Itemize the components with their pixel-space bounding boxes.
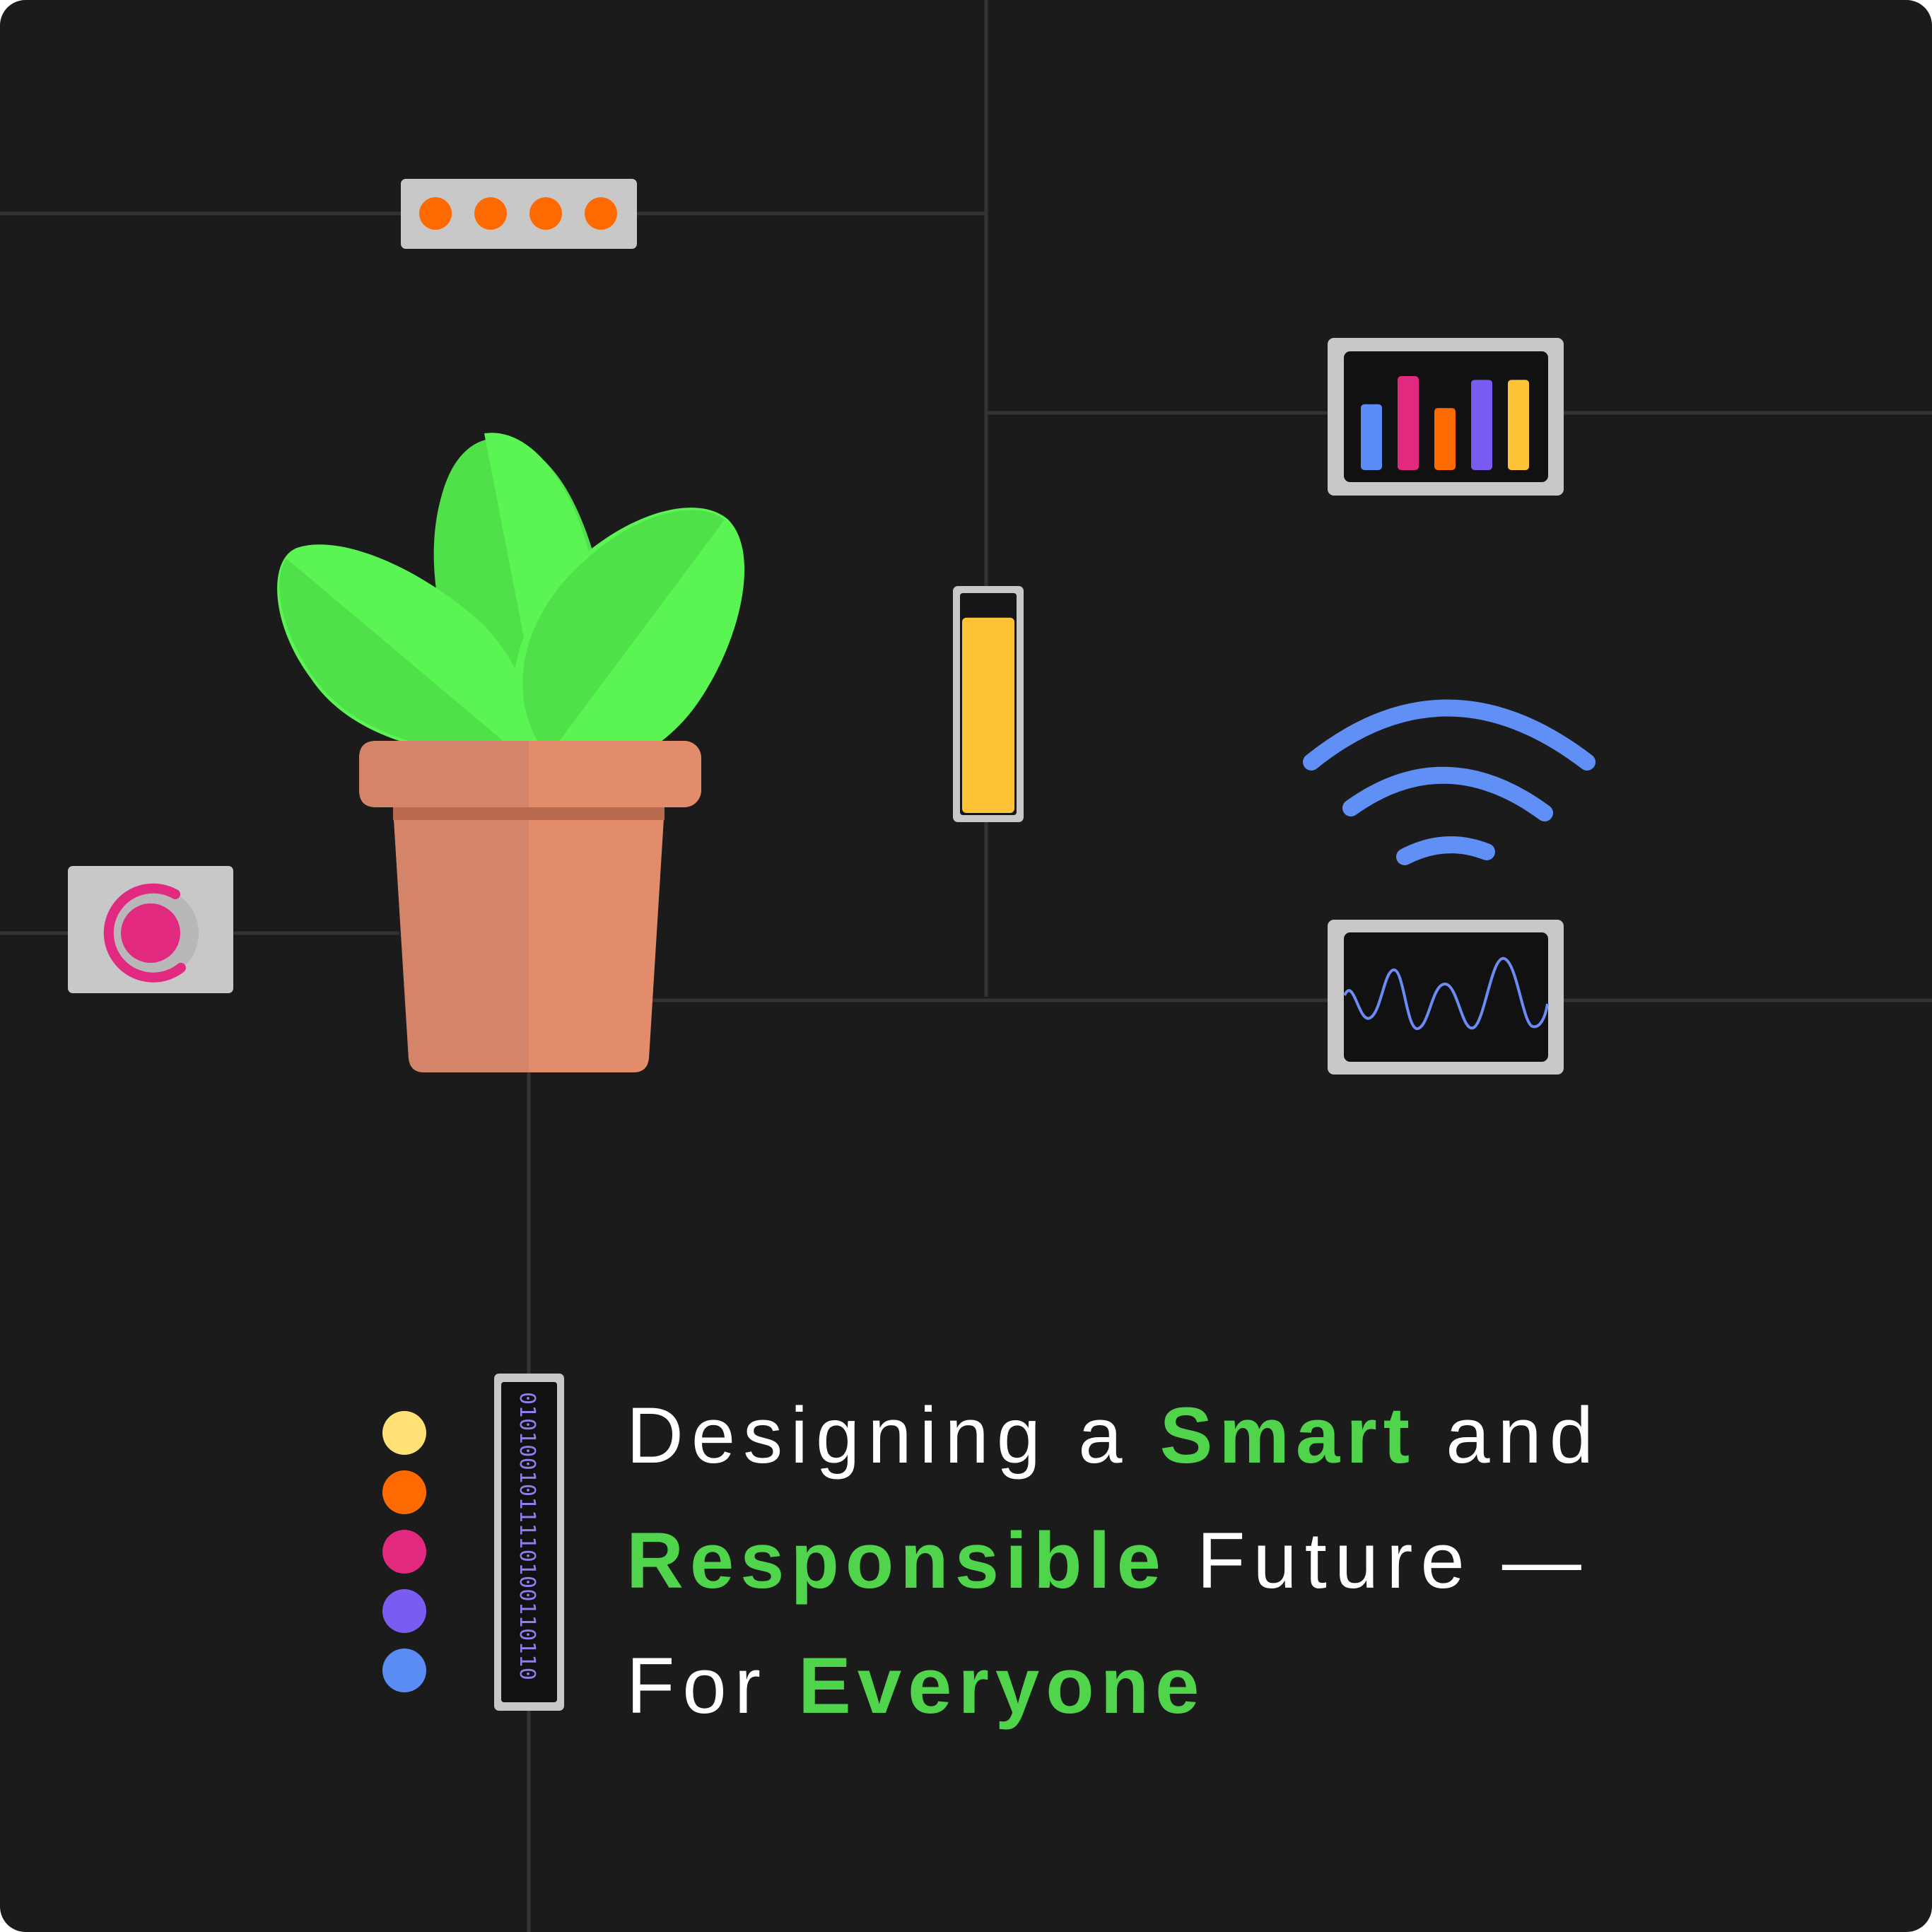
color-dot [382,1649,426,1692]
color-dot [382,1411,426,1455]
mini-bar [1434,408,1456,470]
bar-chart-monitor-icon [1328,338,1564,496]
status-light [529,197,562,230]
headline-text: Designing a [626,1391,1130,1480]
battery-icon [953,586,1024,822]
wifi-signal-icon [1303,699,1596,865]
poster-canvas: 0101001011110100110110 Designing a Smart… [0,0,1932,1932]
mini-bar [1398,376,1419,470]
color-dot [382,1530,426,1574]
mini-bar [1471,380,1492,470]
headline-accent: Everyone [798,1641,1206,1730]
color-dots [382,1411,426,1692]
potted-plant-icon [277,433,745,1072]
status-light [474,197,507,230]
mini-bar [1361,404,1382,470]
headline-accent: Smart [1159,1391,1417,1480]
color-dot [382,1470,426,1514]
binary-text: 0101001011110100110110 [515,1392,539,1680]
dial-button-icon [68,866,233,993]
headline-text: Future — [1197,1516,1589,1605]
mini-bar [1508,380,1529,470]
waveform-monitor-icon [1328,920,1564,1075]
color-dot [382,1589,426,1633]
status-lights-icon [401,179,637,249]
status-light [419,197,452,230]
binary-strip-icon: 0101001011110100110110 [494,1374,564,1711]
headline-line-1: Designing a Smart and [626,1373,1828,1498]
headline-text: For [626,1641,768,1730]
status-light [585,197,617,230]
headline-line-3: For Everyone [626,1623,1828,1748]
headline-line-2: Responsible Future — [626,1498,1828,1623]
headline-text: and [1446,1391,1602,1480]
headline: Designing a Smart and Responsible Future… [626,1373,1828,1748]
headline-accent: Responsible [626,1516,1167,1605]
